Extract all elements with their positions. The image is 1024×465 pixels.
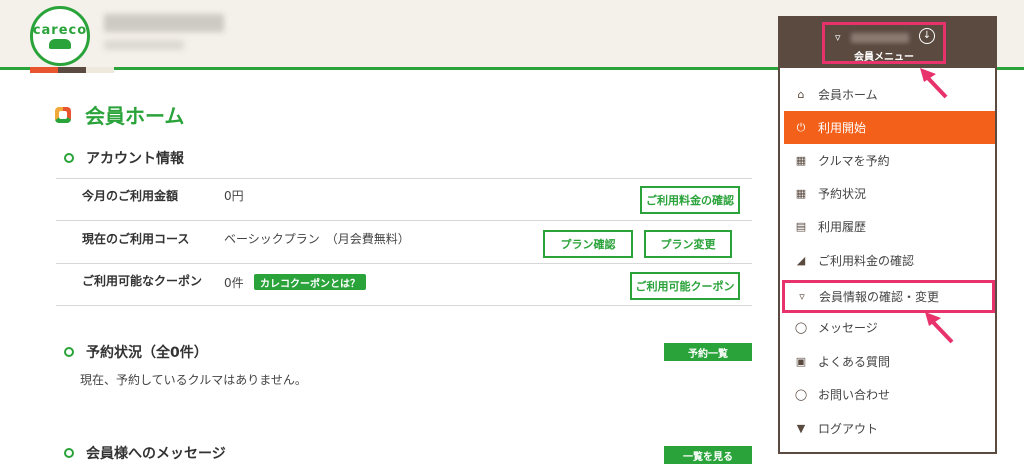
- annotation-arrows: [920, 68, 954, 344]
- arrow-to-menu-toggle: [920, 68, 948, 99]
- arrow-to-member-info: [925, 312, 954, 344]
